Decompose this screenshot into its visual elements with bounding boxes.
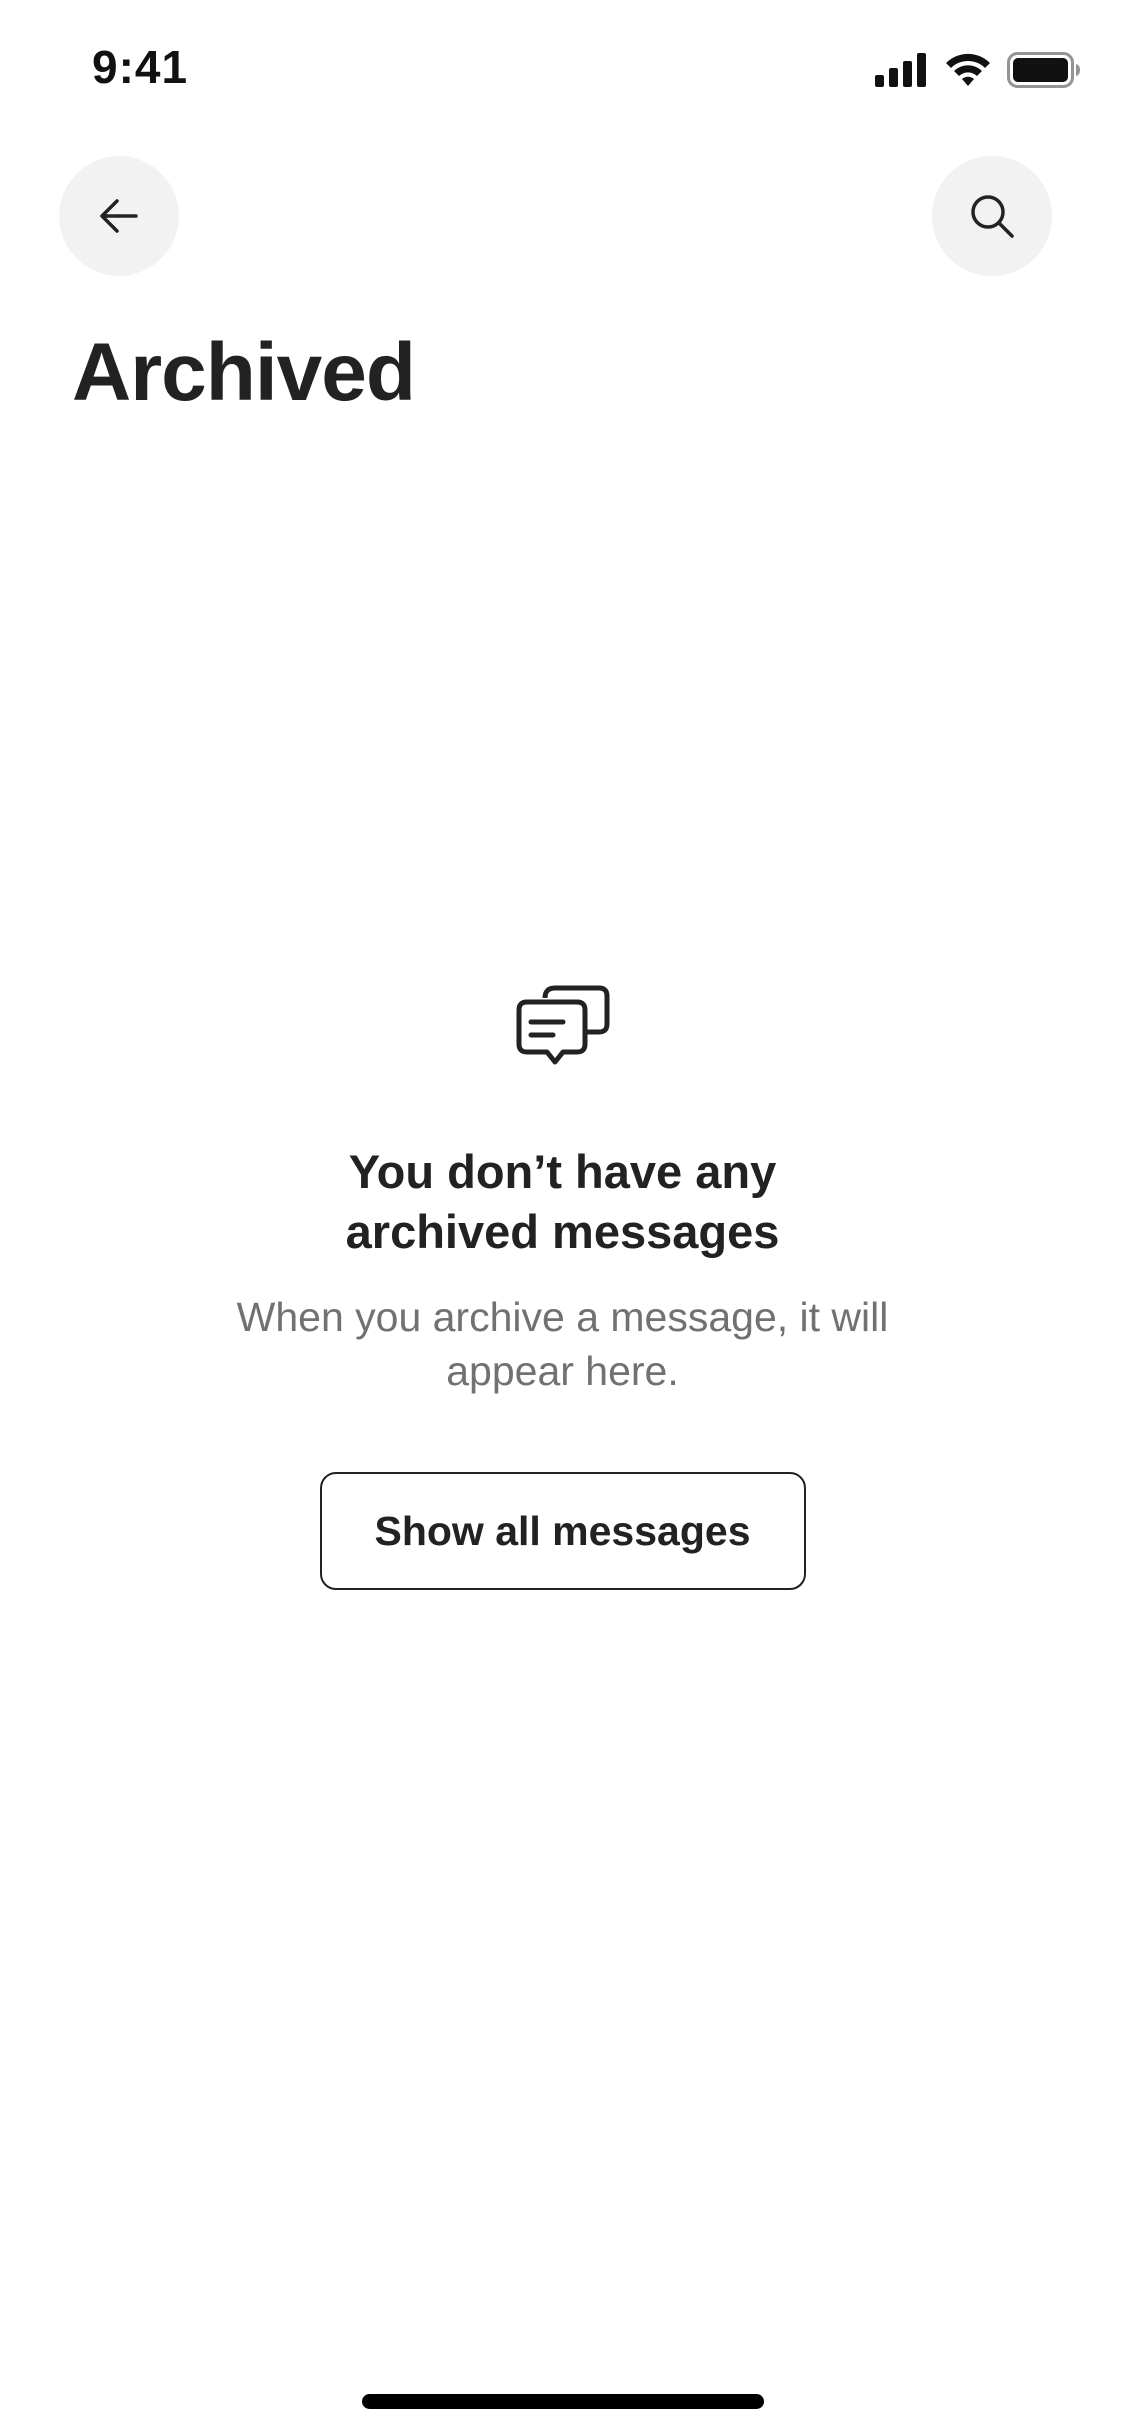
status-bar: 9:41 — [0, 0, 1125, 140]
status-time: 9:41 — [92, 41, 189, 93]
battery-icon — [1007, 52, 1080, 88]
empty-state-subtext: When you archive a message, it will appe… — [236, 1294, 889, 1394]
back-button[interactable] — [59, 156, 179, 276]
empty-state: You don’t have any archived messages Whe… — [0, 980, 1125, 1590]
empty-state-heading: You don’t have any archived messages — [345, 1145, 780, 1258]
wifi-icon — [946, 53, 990, 86]
search-icon — [971, 195, 1014, 238]
home-indicator[interactable] — [362, 2394, 764, 2409]
show-all-messages-button[interactable]: Show all messages — [319, 1472, 806, 1590]
cellular-signal-icon — [875, 53, 926, 87]
page-title: Archived — [72, 327, 416, 418]
search-button[interactable] — [932, 156, 1052, 276]
chat-bubbles-icon — [516, 985, 609, 1065]
status-icons — [875, 50, 1081, 90]
arrow-left-icon — [100, 199, 138, 233]
